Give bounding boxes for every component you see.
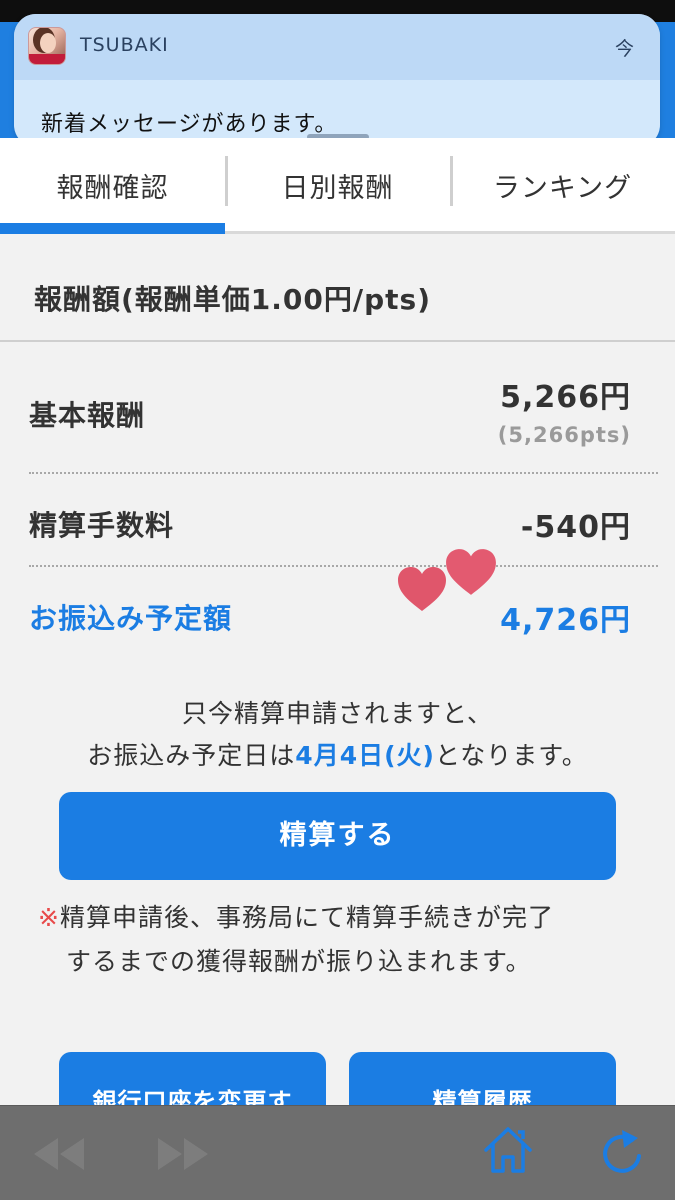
notice-suffix: となります。 [434, 741, 588, 770]
heart-icon [398, 567, 446, 611]
warning-text-1: 精算申請後、事務局にて精算手続きが完了 [59, 903, 554, 932]
transfer-amount-label: お振込み予定額 [29, 602, 233, 635]
notification-time: 今 [614, 38, 634, 60]
notification-app-name: TSUBAKI [80, 34, 169, 56]
base-reward-label: 基本報酬 [29, 399, 146, 432]
notification-header: TSUBAKI 今 [14, 14, 660, 80]
warning-line-2: するまでの獲得報酬が振り込まれます。 [66, 947, 532, 976]
heart-icon [446, 549, 496, 595]
rewind-icon[interactable] [30, 1134, 88, 1174]
section-title-text: 報酬額(報酬単価1.00円/pts) [34, 283, 431, 316]
settle-button[interactable]: 精算する [59, 792, 616, 880]
tab-bar: 報酬確認 日別報酬 ランキング [0, 138, 675, 234]
base-reward-value: 5,266円 [500, 380, 631, 415]
row-transfer-amount: お振込み予定額 4,726円 [0, 567, 675, 657]
tab-daily-reward[interactable]: 日別報酬 [225, 138, 450, 231]
home-icon[interactable] [482, 1124, 534, 1176]
tab-ranking[interactable]: ランキング [450, 138, 675, 231]
notification-banner[interactable]: TSUBAKI 今 新着メッセージがあります。 [14, 14, 660, 147]
warning-mark: ※ [38, 903, 60, 932]
notice-prefix: お振込み予定日は [87, 741, 296, 770]
settlement-fee-label: 精算手数料 [29, 509, 175, 542]
section-title: 報酬額(報酬単価1.00円/pts) [0, 240, 675, 342]
app-icon [28, 27, 66, 65]
warning-line-1: ※精算申請後、事務局にて精算手続きが完了 [38, 898, 554, 934]
notification-message: 新着メッセージがあります。 [41, 112, 338, 137]
tab-reward-check[interactable]: 報酬確認 [0, 138, 225, 234]
base-reward-pts: (5,266pts) [497, 423, 631, 447]
notice-line-2: お振込み予定日は4月4日(火)となります。 [0, 736, 675, 772]
row-settlement-fee: 精算手数料 -540円 [0, 474, 675, 564]
transfer-date: 4月4日(火) [295, 741, 435, 770]
fast-forward-icon[interactable] [154, 1134, 212, 1174]
bottom-toolbar [0, 1105, 675, 1200]
notice-line-1: 只今精算申請されますと、 [181, 699, 493, 728]
settlement-fee-value: -540円 [520, 510, 631, 545]
transfer-amount-value: 4,726円 [500, 603, 631, 638]
reload-icon[interactable] [598, 1126, 646, 1178]
row-base-reward: 基本報酬 5,266円 (5,266pts) [0, 342, 675, 472]
